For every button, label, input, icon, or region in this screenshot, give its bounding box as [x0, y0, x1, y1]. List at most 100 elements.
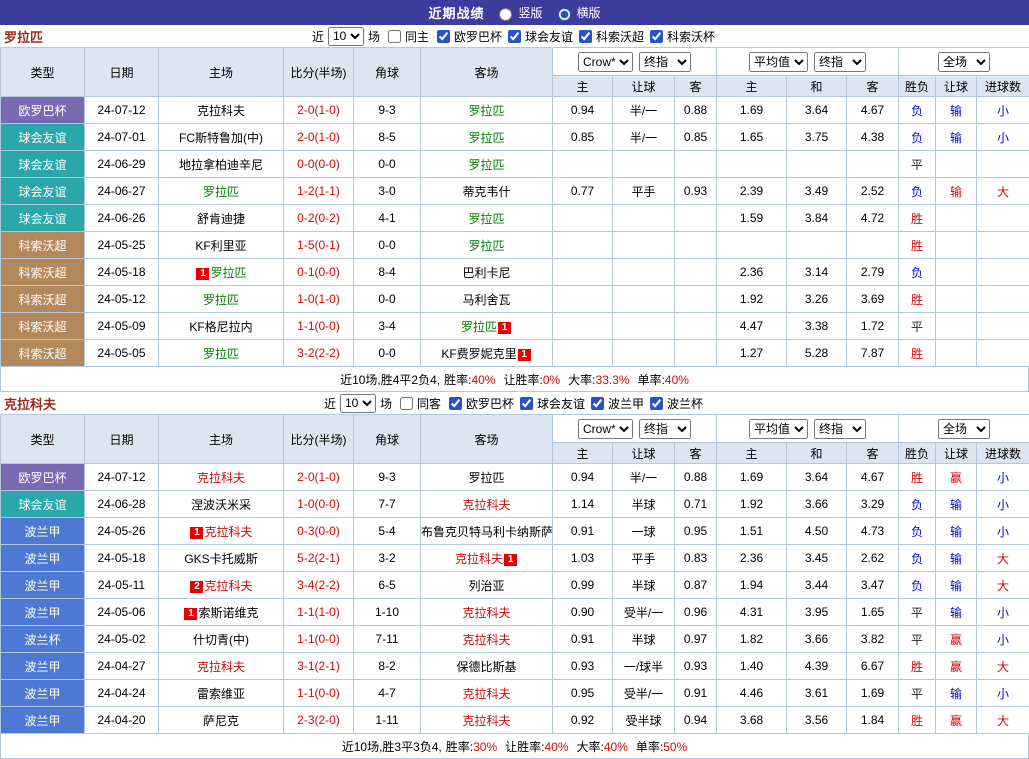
same-venue-checkbox[interactable] — [388, 30, 401, 43]
odds-source-select[interactable]: Crow* — [578, 419, 633, 439]
league-filter[interactable]: 波兰甲 — [587, 394, 644, 413]
corners: 5-4 — [354, 518, 421, 545]
home-team[interactable]: 罗拉匹 — [159, 286, 284, 313]
league-checkbox[interactable] — [650, 30, 663, 43]
avg-final-select[interactable]: 终指 — [814, 52, 866, 72]
match-date: 24-04-24 — [85, 680, 159, 707]
match-row: 波兰甲24-05-18GKS卡托威斯5-2(2-1)3-2克拉科夫11.03平手… — [1, 545, 1029, 572]
away-team[interactable]: 克拉科夫 — [421, 707, 553, 734]
avg-select[interactable]: 平均值 — [749, 52, 808, 72]
away-team[interactable]: 巴利卡尼 — [421, 259, 553, 286]
home-team[interactable]: 罗拉匹 — [159, 340, 284, 367]
league-checkbox[interactable] — [449, 397, 462, 410]
same-venue-filter[interactable]: 同客 — [396, 394, 441, 413]
odds-home — [553, 340, 613, 367]
away-team[interactable]: 马利舍瓦 — [421, 286, 553, 313]
away-team[interactable]: 罗拉匹 — [421, 205, 553, 232]
away-team[interactable]: 罗拉匹1 — [421, 313, 553, 340]
vertical-radio-label: 竖版 — [518, 4, 542, 21]
league-checkbox[interactable] — [579, 30, 592, 43]
home-team[interactable]: KF格尼拉内 — [159, 313, 284, 340]
away-team[interactable]: 蒂克韦什 — [421, 178, 553, 205]
away-team[interactable]: 克拉科夫 — [421, 626, 553, 653]
stat-item: 胜率:40% — [444, 371, 495, 388]
col-odds-home: 主 — [553, 76, 613, 97]
home-team[interactable]: GKS卡托威斯 — [159, 545, 284, 572]
league-checkbox[interactable] — [591, 397, 604, 410]
layout-radio-horizontal[interactable]: 横版 — [553, 4, 601, 21]
home-team[interactable]: 克拉科夫 — [159, 464, 284, 491]
home-team[interactable]: 地拉拿柏迪辛尼 — [159, 151, 284, 178]
league-filter[interactable]: 球会友谊 — [516, 394, 585, 413]
same-venue-checkbox[interactable] — [400, 397, 413, 410]
home-team[interactable]: 萨尼克 — [159, 707, 284, 734]
league-filter[interactable]: 科索沃杯 — [646, 27, 715, 46]
odds-handicap: 受半/一 — [613, 680, 675, 707]
odds-home — [553, 259, 613, 286]
match-count-select[interactable]: 10 — [340, 394, 376, 413]
match-count-select[interactable]: 10 — [328, 27, 364, 46]
home-team[interactable]: 克拉科夫 — [159, 653, 284, 680]
home-team[interactable]: 1罗拉匹 — [159, 259, 284, 286]
layout-radio-vertical[interactable]: 竖版 — [494, 4, 542, 21]
stat-item: 让胜率:40% — [505, 738, 568, 755]
league-filter-label: 科索沃超 — [596, 28, 644, 45]
league-checkbox[interactable] — [650, 397, 663, 410]
vertical-radio[interactable] — [499, 8, 512, 21]
away-team[interactable]: 罗拉匹 — [421, 124, 553, 151]
result: 负 — [899, 572, 936, 599]
avg-home: 1.59 — [717, 205, 787, 232]
home-team[interactable]: 克拉科夫 — [159, 97, 284, 124]
league-filter[interactable]: 球会友谊 — [504, 27, 573, 46]
league-checkbox[interactable] — [437, 30, 450, 43]
league-checkbox[interactable] — [508, 30, 521, 43]
corners: 3-0 — [354, 178, 421, 205]
league-filter[interactable]: 欧罗巴杯 — [445, 394, 514, 413]
home-team[interactable]: 舒肯迪捷 — [159, 205, 284, 232]
home-team[interactable]: 1克拉科夫 — [159, 518, 284, 545]
home-team[interactable]: 涅波沃米采 — [159, 491, 284, 518]
match-row: 波兰杯24-05-02什切青(中)1-1(0-0)7-11克拉科夫0.91半球0… — [1, 626, 1029, 653]
avg-final-select[interactable]: 终指 — [814, 419, 866, 439]
home-team[interactable]: 2克拉科夫 — [159, 572, 284, 599]
home-team[interactable]: 罗拉匹 — [159, 178, 284, 205]
red-card-badge: 1 — [184, 608, 197, 620]
handicap-result: 赢 — [936, 626, 977, 653]
away-team[interactable]: 保德比斯基 — [421, 653, 553, 680]
scope-select[interactable]: 全场 — [938, 52, 990, 72]
team-link: 克拉科夫 — [462, 606, 510, 620]
away-team[interactable]: 罗拉匹 — [421, 151, 553, 178]
home-team[interactable]: 雷索维亚 — [159, 680, 284, 707]
same-venue-filter[interactable]: 同主 — [384, 27, 429, 46]
avg-away: 6.67 — [847, 653, 899, 680]
league-filter[interactable]: 欧罗巴杯 — [433, 27, 502, 46]
away-team[interactable]: 布鲁克贝特马利卡纳斯萨 — [421, 518, 553, 545]
odds-source-select[interactable]: Crow* — [578, 52, 633, 72]
avg-draw: 4.50 — [787, 518, 847, 545]
corners: 0-0 — [354, 286, 421, 313]
scope-select[interactable]: 全场 — [938, 419, 990, 439]
away-team[interactable]: 克拉科夫 — [421, 491, 553, 518]
avg-select[interactable]: 平均值 — [749, 419, 808, 439]
home-team[interactable]: FC斯特鲁加(中) — [159, 124, 284, 151]
away-team[interactable]: KF费罗妮克里1 — [421, 340, 553, 367]
odds-final-select[interactable]: 终指 — [639, 419, 691, 439]
home-team[interactable]: 1索斯诺维克 — [159, 599, 284, 626]
away-team[interactable]: 罗拉匹 — [421, 464, 553, 491]
away-team[interactable]: 罗拉匹 — [421, 232, 553, 259]
away-team[interactable]: 罗拉匹 — [421, 97, 553, 124]
away-team[interactable]: 克拉科夫 — [421, 599, 553, 626]
away-team[interactable]: 克拉科夫 — [421, 680, 553, 707]
league-filter[interactable]: 科索沃超 — [575, 27, 644, 46]
team-link: KF费罗妮克里 — [441, 347, 516, 361]
home-team[interactable]: KF利里亚 — [159, 232, 284, 259]
horizontal-radio[interactable] — [558, 8, 571, 21]
home-team[interactable]: 什切青(中) — [159, 626, 284, 653]
odds-final-select[interactable]: 终指 — [639, 52, 691, 72]
league-checkbox[interactable] — [520, 397, 533, 410]
league-filter[interactable]: 波兰杯 — [646, 394, 703, 413]
result: 负 — [899, 545, 936, 572]
away-team[interactable]: 克拉科夫1 — [421, 545, 553, 572]
team-link: 罗拉匹 — [468, 158, 504, 172]
away-team[interactable]: 列治亚 — [421, 572, 553, 599]
